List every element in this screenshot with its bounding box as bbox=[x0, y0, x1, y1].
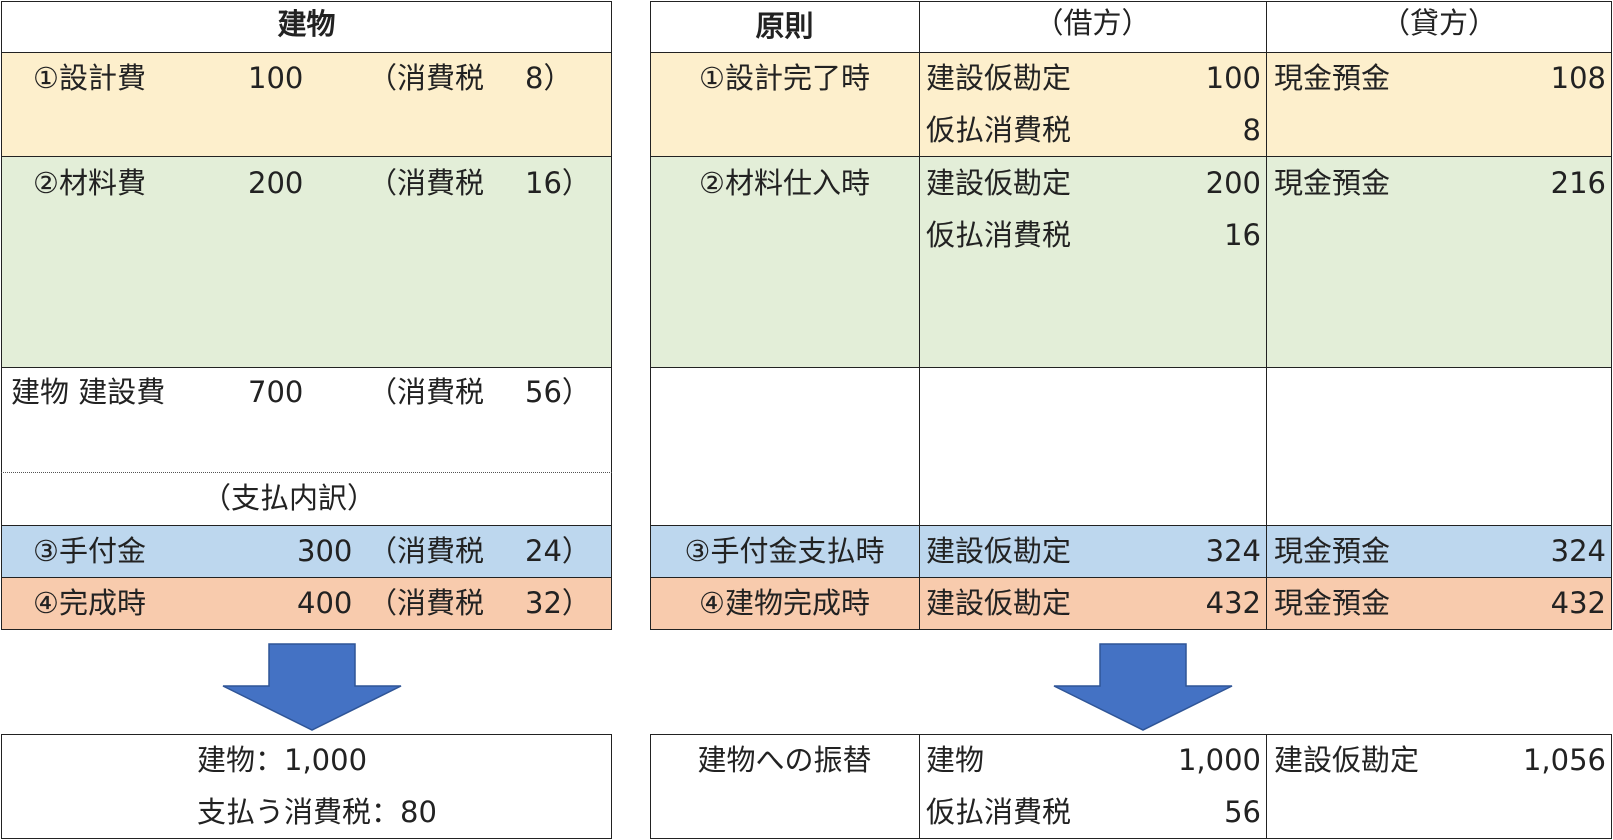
debit-account: 建設仮勘定 bbox=[926, 166, 1072, 200]
debit-account: 建設仮勘定 bbox=[926, 534, 1072, 568]
debit-amount: 1,000 bbox=[1177, 743, 1261, 777]
row-tax-value: 8） bbox=[525, 61, 573, 95]
debit-account: 建設仮勘定 bbox=[926, 61, 1072, 95]
debit-amount: 200 bbox=[1205, 166, 1261, 200]
credit-amount: 432 bbox=[1550, 586, 1606, 620]
row-tax-value: 24） bbox=[525, 534, 591, 568]
row-label: 建物 建設費 bbox=[11, 375, 166, 409]
down-arrow-icon bbox=[222, 643, 402, 731]
credit-account: 現金預金 bbox=[1274, 534, 1391, 568]
credit-account: 現金預金 bbox=[1274, 61, 1391, 95]
row-tax-value: 16） bbox=[525, 166, 591, 200]
debit-account: 仮払消費税 bbox=[926, 218, 1072, 252]
debit-account: 仮払消費税 bbox=[926, 795, 1072, 829]
event-label: ①設計完了時 bbox=[699, 61, 870, 95]
event-label: ②材料仕入時 bbox=[699, 166, 870, 200]
event-label: ③手付金支払時 bbox=[684, 534, 885, 568]
debit-amount: 8 bbox=[1242, 113, 1261, 147]
row-tax-label: （消費税 bbox=[368, 166, 485, 200]
summary-tax: 支払う消費税：80 bbox=[197, 795, 437, 829]
event-label: ④建物完成時 bbox=[699, 586, 870, 620]
credit-account: 建設仮勘定 bbox=[1274, 743, 1420, 777]
debit-amount: 324 bbox=[1205, 534, 1261, 568]
debit-amount: 16 bbox=[1224, 218, 1261, 252]
row-tax-value: 56） bbox=[525, 375, 591, 409]
row-label: ④完成時 bbox=[33, 586, 146, 620]
debit-account: 建物 bbox=[926, 743, 985, 777]
event-label: 建物への振替 bbox=[697, 743, 872, 777]
credit-amount: 324 bbox=[1550, 534, 1606, 568]
credit-account: 現金預金 bbox=[1274, 586, 1391, 620]
row-label: ③手付金 bbox=[33, 534, 146, 568]
row-amount: 200 bbox=[248, 166, 304, 200]
down-arrow-icon bbox=[1053, 643, 1233, 731]
row-tax-label: （消費税 bbox=[368, 534, 485, 568]
credit-header: （貸方） bbox=[1380, 6, 1497, 40]
debit-account: 建設仮勘定 bbox=[926, 586, 1072, 620]
credit-amount: 216 bbox=[1550, 166, 1606, 200]
row-amount: 100 bbox=[248, 61, 304, 95]
row-amount: 400 bbox=[297, 586, 353, 620]
row-tax-label: （消費税 bbox=[368, 375, 485, 409]
row-tax-label: （消費税 bbox=[368, 586, 485, 620]
credit-amount: 1,056 bbox=[1522, 743, 1606, 777]
row-tax-value: 32） bbox=[525, 586, 591, 620]
debit-account: 仮払消費税 bbox=[926, 113, 1072, 147]
debit-header: （借方） bbox=[1034, 6, 1151, 40]
row-amount: 300 bbox=[297, 534, 353, 568]
debit-amount: 100 bbox=[1205, 61, 1261, 95]
row-amount: 700 bbox=[248, 375, 304, 409]
left-table-header: 建物 bbox=[277, 7, 336, 41]
credit-amount: 108 bbox=[1550, 61, 1606, 95]
principle-header: 原則 bbox=[755, 9, 814, 43]
row-tax-label: （消費税 bbox=[368, 61, 485, 95]
credit-account: 現金預金 bbox=[1274, 166, 1391, 200]
breakdown-label: （支払内訳） bbox=[202, 481, 377, 515]
summary-building: 建物：1,000 bbox=[197, 743, 368, 777]
row-label: ②材料費 bbox=[33, 166, 146, 200]
dotted-separator bbox=[1, 472, 612, 473]
row-label: ①設計費 bbox=[33, 61, 146, 95]
debit-amount: 432 bbox=[1205, 586, 1261, 620]
debit-amount: 56 bbox=[1224, 795, 1261, 829]
